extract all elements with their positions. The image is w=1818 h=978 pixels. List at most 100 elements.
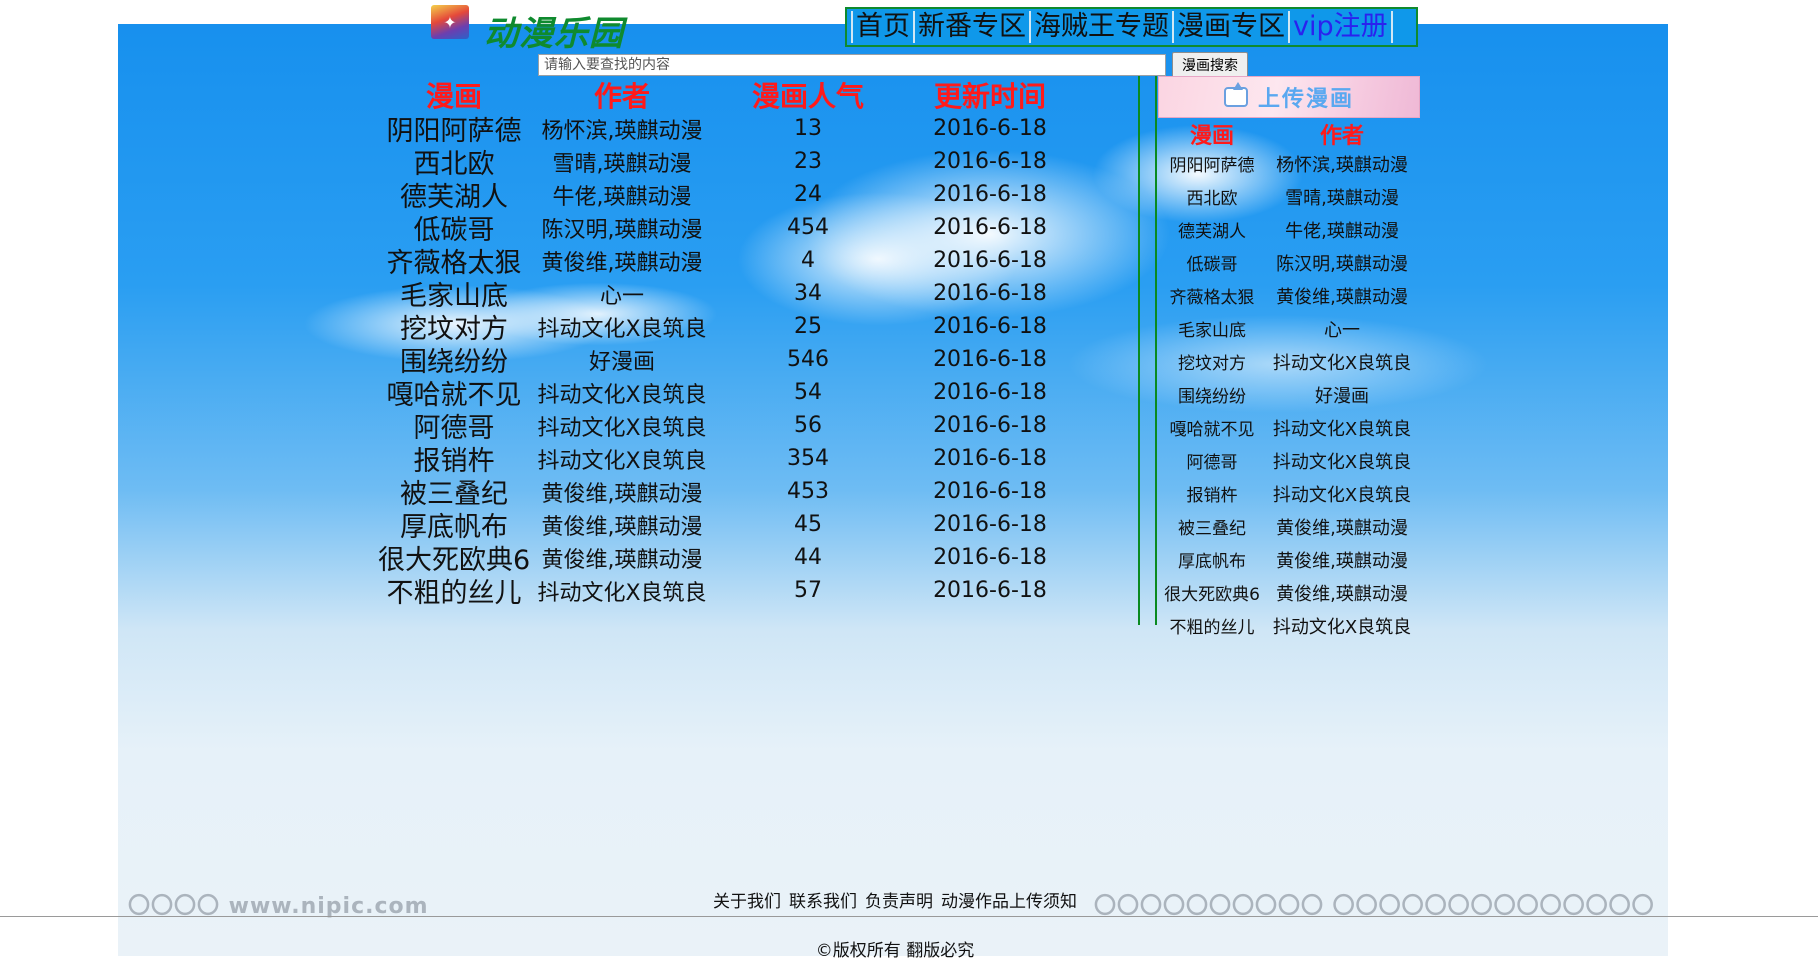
footer-link-contact[interactable]: 联系我们	[789, 887, 857, 912]
table-row: 阴阳阿萨德 杨怀滨,瑛麒动漫 13 2016-6-18	[378, 112, 1078, 147]
list-item: 低碳哥 陈汉明,瑛麒动漫	[1160, 246, 1420, 279]
popularity-cell: 454	[787, 215, 829, 240]
side-comic-title-cell[interactable]: 阴阳阿萨德	[1160, 151, 1264, 176]
side-comic-title-cell[interactable]: 被三叠纪	[1160, 514, 1264, 539]
footer-divider	[0, 916, 1818, 917]
upload-comic-button[interactable]: 上传漫画	[1158, 76, 1420, 118]
comic-table: 漫画 作者 漫画人气 更新时间 阴阳阿萨德 杨怀滨,瑛麒动漫 13 2016-6-18…	[378, 78, 1078, 610]
table-row: 厚底帆布 黄俊维,瑛麒动漫 45 2016-6-18	[378, 508, 1078, 543]
author-cell: 黄俊维,瑛麒动漫	[541, 547, 703, 573]
popularity-cell: 44	[794, 545, 822, 570]
footer-link-disclaimer[interactable]: 负责声明	[865, 887, 933, 912]
author-cell: 抖动文化X良筑良	[537, 580, 707, 606]
author-cell: 抖动文化X良筑良	[537, 448, 707, 474]
site-logo-text[interactable]: 动漫乐园	[484, 6, 624, 55]
popularity-cell: 54	[794, 380, 822, 405]
update-time-cell: 2016-6-18	[933, 116, 1047, 141]
side-comic-title-cell[interactable]: 齐薇格太狠	[1160, 283, 1264, 308]
side-comic-title-cell[interactable]: 西北欧	[1160, 184, 1264, 209]
column-header-update-time: 更新时间	[933, 80, 1046, 113]
table-row: 德芙湖人 牛佬,瑛麒动漫 24 2016-6-18	[378, 178, 1078, 213]
comic-title-cell[interactable]: 不粗的丝儿	[378, 571, 530, 610]
author-cell: 抖动文化X良筑良	[537, 382, 707, 408]
author-cell: 黄俊维,瑛麒动漫	[541, 514, 703, 540]
update-time-cell: 2016-6-18	[933, 182, 1047, 207]
footer-links: 关于我们 联系我们 负责声明 动漫作品上传须知	[700, 887, 1090, 912]
list-item: 厚底帆布 黄俊维,瑛麒动漫	[1160, 543, 1420, 576]
side-comic-title-cell[interactable]: 厚底帆布	[1160, 547, 1264, 572]
top-nav: 首页 新番专区 海贼王专题 漫画专区 vip注册	[845, 7, 1418, 47]
side-author-cell: 抖动文化X良筑良	[1272, 418, 1412, 440]
side-author-cell: 黄俊维,瑛麒动漫	[1276, 583, 1408, 605]
side-comic-list: 漫画 作者 阴阳阿萨德 杨怀滨,瑛麒动漫 西北欧 雪晴,瑛麒动漫 德芙湖人 牛佬,瑛麒动漫…	[1160, 120, 1420, 642]
side-author-cell: 抖动文化X良筑良	[1272, 616, 1412, 638]
list-item: 齐薇格太狠 黄俊维,瑛麒动漫	[1160, 279, 1420, 312]
popularity-cell: 4	[801, 248, 815, 273]
table-row: 挖坟对方 抖动文化X良筑良 25 2016-6-18	[378, 310, 1078, 345]
footer-link-about[interactable]: 关于我们	[713, 887, 781, 912]
nav-item-home[interactable]: 首页	[851, 11, 913, 43]
nav-item-one-piece[interactable]: 海贼王专题	[1029, 11, 1172, 43]
side-author-cell: 心一	[1324, 319, 1360, 341]
nav-item-vip-register[interactable]: vip注册	[1288, 11, 1393, 43]
update-time-cell: 2016-6-18	[933, 314, 1047, 339]
list-item: 不粗的丝儿 抖动文化X良筑良	[1160, 609, 1420, 642]
author-cell: 陈汉明,瑛麒动漫	[541, 217, 703, 243]
side-comic-title-cell[interactable]: 很大死欧典6	[1160, 580, 1264, 605]
side-comic-title-cell[interactable]: 德芙湖人	[1160, 217, 1264, 242]
popularity-cell: 453	[787, 479, 829, 504]
author-cell: 牛佬,瑛麒动漫	[552, 184, 692, 210]
nav-item-new-anime[interactable]: 新番专区	[913, 11, 1029, 43]
side-comic-title-cell[interactable]: 低碳哥	[1160, 250, 1264, 275]
table-row: 很大死欧典6 黄俊维,瑛麒动漫 44 2016-6-18	[378, 541, 1078, 576]
popularity-cell: 34	[794, 281, 822, 306]
update-time-cell: 2016-6-18	[933, 479, 1047, 504]
list-item: 西北欧 雪晴,瑛麒动漫	[1160, 180, 1420, 213]
column-header-popularity: 漫画人气	[751, 80, 864, 113]
table-row: 不粗的丝儿 抖动文化X良筑良 57 2016-6-18	[378, 571, 1078, 610]
popularity-cell: 25	[794, 314, 822, 339]
side-comic-title-cell[interactable]: 不粗的丝儿	[1160, 613, 1264, 638]
search-input[interactable]	[538, 54, 1166, 76]
search-button[interactable]: 漫画搜索	[1172, 52, 1248, 78]
popularity-cell: 24	[794, 182, 822, 207]
side-author-cell: 陈汉明,瑛麒动漫	[1276, 253, 1408, 275]
list-item: 挖坟对方 抖动文化X良筑良	[1160, 345, 1420, 378]
list-item: 围绕纷纷 好漫画	[1160, 378, 1420, 411]
list-item: 被三叠纪 黄俊维,瑛麒动漫	[1160, 510, 1420, 543]
list-item: 毛家山底 心一	[1160, 312, 1420, 345]
list-item: 嘎哈就不见 抖动文化X良筑良	[1160, 411, 1420, 444]
comic-table-header: 漫画 作者 漫画人气 更新时间	[378, 78, 1078, 113]
update-time-cell: 2016-6-18	[933, 413, 1047, 438]
side-author-cell: 好漫画	[1315, 385, 1369, 407]
table-row: 阿德哥 抖动文化X良筑良 56 2016-6-18	[378, 409, 1078, 444]
update-time-cell: 2016-6-18	[933, 545, 1047, 570]
author-cell: 抖动文化X良筑良	[537, 415, 707, 441]
table-row: 低碳哥 陈汉明,瑛麒动漫 454 2016-6-18	[378, 211, 1078, 246]
side-list-header: 漫画 作者	[1160, 120, 1420, 149]
side-comic-title-cell[interactable]: 围绕纷纷	[1160, 382, 1264, 407]
side-column-header-author: 作者	[1319, 123, 1364, 149]
side-comic-title-cell[interactable]: 挖坟对方	[1160, 349, 1264, 374]
author-cell: 心一	[599, 283, 644, 309]
column-header-author: 作者	[593, 80, 650, 113]
side-author-cell: 杨怀滨,瑛麒动漫	[1276, 154, 1408, 176]
author-cell: 雪晴,瑛麒动漫	[552, 151, 692, 177]
site-logo-image[interactable]: ✦	[431, 5, 469, 39]
side-author-cell: 抖动文化X良筑良	[1272, 451, 1412, 473]
table-row: 被三叠纪 黄俊维,瑛麒动漫 453 2016-6-18	[378, 475, 1078, 510]
side-comic-title-cell[interactable]: 毛家山底	[1160, 316, 1264, 341]
popularity-cell: 546	[787, 347, 829, 372]
side-author-cell: 黄俊维,瑛麒动漫	[1276, 286, 1408, 308]
side-comic-title-cell[interactable]: 阿德哥	[1160, 448, 1264, 473]
footer-link-upload-notice[interactable]: 动漫作品上传须知	[941, 887, 1077, 912]
popularity-cell: 56	[794, 413, 822, 438]
table-row: 嘎哈就不见 抖动文化X良筑良 54 2016-6-18	[378, 376, 1078, 411]
divider-line-left	[1138, 76, 1140, 625]
update-time-cell: 2016-6-18	[933, 281, 1047, 306]
table-row: 西北欧 雪晴,瑛麒动漫 23 2016-6-18	[378, 145, 1078, 180]
side-author-cell: 抖动文化X良筑良	[1272, 352, 1412, 374]
nav-item-comics[interactable]: 漫画专区	[1172, 11, 1288, 43]
side-comic-title-cell[interactable]: 报销杵	[1160, 481, 1264, 506]
side-comic-title-cell[interactable]: 嘎哈就不见	[1160, 415, 1264, 440]
